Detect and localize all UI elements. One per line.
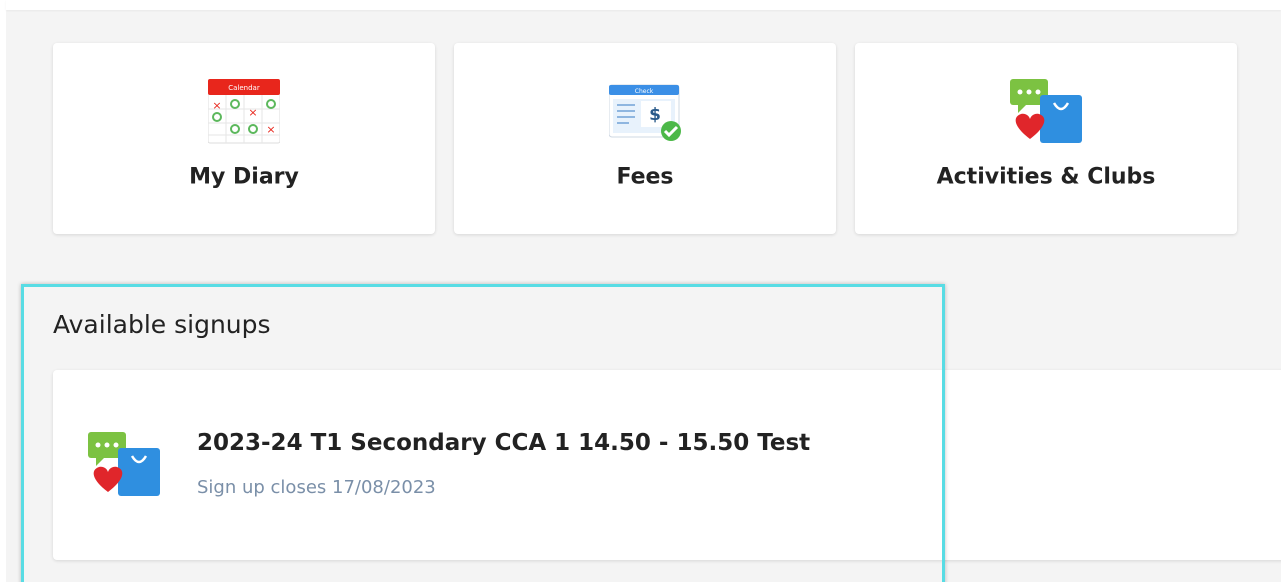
top-bar xyxy=(6,0,1281,10)
svg-text:×: × xyxy=(248,106,257,119)
tile-label: Fees xyxy=(616,164,674,190)
check-payment-icon: Check $ xyxy=(608,79,681,145)
activities-clubs-icon xyxy=(1010,79,1082,145)
svg-text:×: × xyxy=(266,123,275,136)
signups-highlight-frame xyxy=(21,284,945,582)
page: Calendar × × × My Diary Check $ Fees Act… xyxy=(0,0,1281,582)
tile-activities-clubs[interactable]: Activities & Clubs xyxy=(855,43,1237,234)
tile-label: Activities & Clubs xyxy=(936,164,1156,190)
svg-text:×: × xyxy=(212,99,221,112)
tile-label: My Diary xyxy=(189,164,299,190)
svg-text:$: $ xyxy=(649,105,661,125)
tile-my-diary[interactable]: Calendar × × × My Diary xyxy=(53,43,435,234)
calendar-header-text: Calendar xyxy=(228,84,260,92)
check-header-text: Check xyxy=(635,88,654,95)
left-edge xyxy=(0,0,6,582)
calendar-icon: Calendar × × × xyxy=(207,79,281,145)
tile-fees[interactable]: Check $ Fees xyxy=(454,43,836,234)
